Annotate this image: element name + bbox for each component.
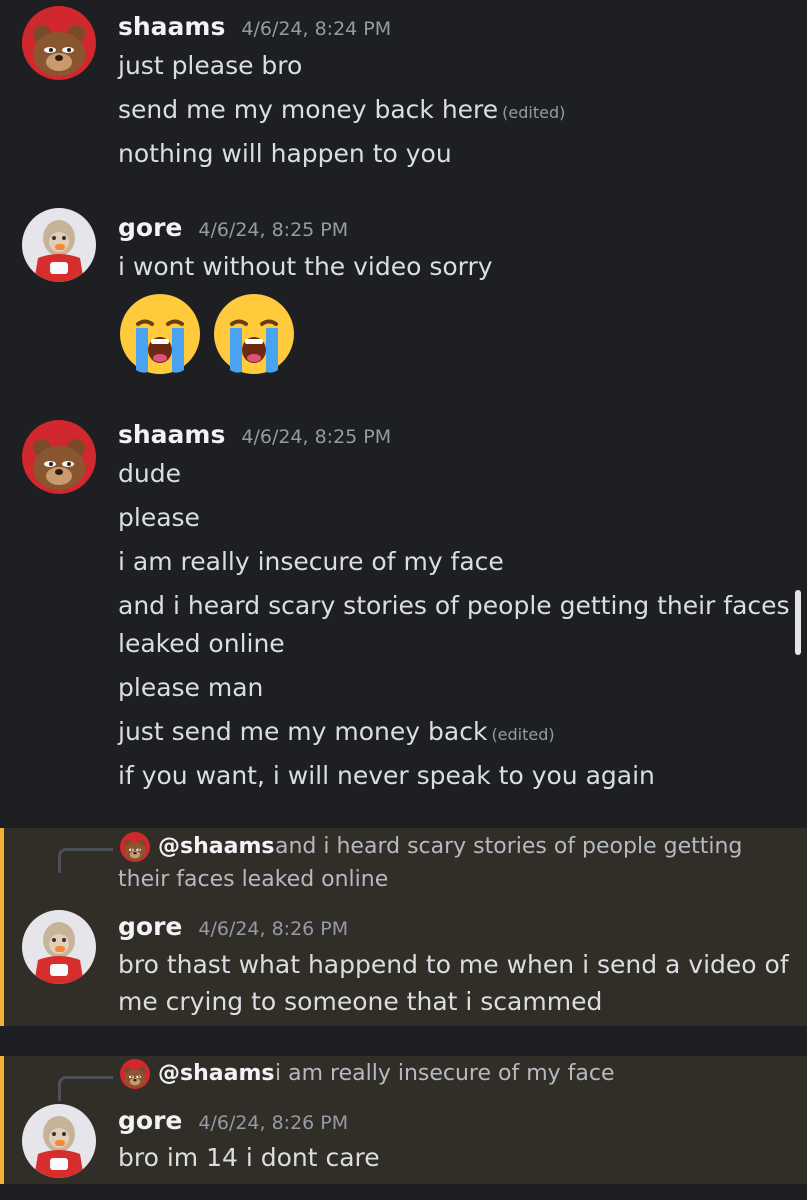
avatar-gore[interactable]	[22, 208, 96, 282]
reply-preview-text[interactable]: and i heard scary stories of people gett…	[275, 834, 742, 859]
message-text-content: send me my money back here	[118, 95, 499, 124]
message-text-content: just send me my money back	[118, 717, 488, 746]
message-text: dude	[118, 459, 181, 488]
loudly-crying-face-icon[interactable]	[212, 292, 296, 376]
message-text: please man	[118, 673, 264, 702]
username[interactable]: gore	[118, 1106, 182, 1135]
message-text: and i heard scary stories of people gett…	[118, 591, 790, 620]
message-text: i am really insecure of my face	[118, 547, 504, 576]
avatar-shaams[interactable]	[22, 6, 96, 80]
message-group-gore-reply-2: @shaams i am really insecure of my face …	[0, 1056, 807, 1184]
reply-mention[interactable]: @shaams	[158, 834, 274, 859]
message-header: gore 4/6/24, 8:25 PM	[118, 213, 348, 242]
reply-connector	[58, 1076, 113, 1101]
message-text: me crying to someone that i scammed	[118, 987, 603, 1016]
timestamp: 4/6/24, 8:24 PM	[241, 18, 392, 40]
reply-avatar-shaams[interactable]	[120, 1059, 150, 1089]
username[interactable]: shaams	[118, 420, 225, 449]
timestamp: 4/6/24, 8:26 PM	[198, 918, 349, 940]
message-text: just please bro	[118, 51, 303, 80]
timestamp: 4/6/24, 8:25 PM	[198, 219, 349, 241]
timestamp: 4/6/24, 8:25 PM	[241, 426, 392, 448]
reply-preview-text[interactable]: their faces leaked online	[118, 867, 388, 892]
reply-connector	[58, 848, 113, 873]
avatar-gore[interactable]	[22, 1104, 96, 1178]
username[interactable]: shaams	[118, 12, 225, 41]
reply-preview-text[interactable]: i am really insecure of my face	[275, 1061, 615, 1086]
message-header: gore 4/6/24, 8:26 PM	[118, 912, 348, 941]
message-text: please	[118, 503, 200, 532]
message-text: if you want, i will never speak to you a…	[118, 761, 655, 790]
message-text: bro thast what happend to me when i send…	[118, 950, 789, 979]
message-group-gore-reply-1: @shaams and i heard scary stories of peo…	[0, 828, 807, 1026]
loudly-crying-face-icon[interactable]	[118, 292, 202, 376]
username[interactable]: gore	[118, 213, 182, 242]
edited-label: (edited)	[491, 725, 555, 744]
timestamp: 4/6/24, 8:26 PM	[198, 1112, 349, 1134]
message-header: gore 4/6/24, 8:26 PM	[118, 1106, 348, 1135]
mention-highlight-bar	[0, 1056, 4, 1184]
message-header: shaams 4/6/24, 8:25 PM	[118, 420, 391, 449]
message-text: send me my money back here (edited)	[118, 92, 565, 131]
message-text: nothing will happen to you	[118, 139, 452, 168]
reply-mention[interactable]: @shaams	[158, 1061, 274, 1086]
avatar-shaams[interactable]	[22, 420, 96, 494]
reply-avatar-shaams[interactable]	[120, 832, 150, 862]
message-text: just send me my money back (edited)	[118, 714, 555, 753]
scrollbar-thumb[interactable]	[795, 590, 801, 655]
message-text: leaked online	[118, 629, 285, 658]
edited-label: (edited)	[502, 103, 566, 122]
avatar-gore[interactable]	[22, 910, 96, 984]
message-text: i wont without the video sorry	[118, 252, 493, 281]
message-header: shaams 4/6/24, 8:24 PM	[118, 12, 391, 41]
message-text: bro im 14 i dont care	[118, 1143, 380, 1172]
mention-highlight-bar	[0, 828, 4, 1026]
username[interactable]: gore	[118, 912, 182, 941]
